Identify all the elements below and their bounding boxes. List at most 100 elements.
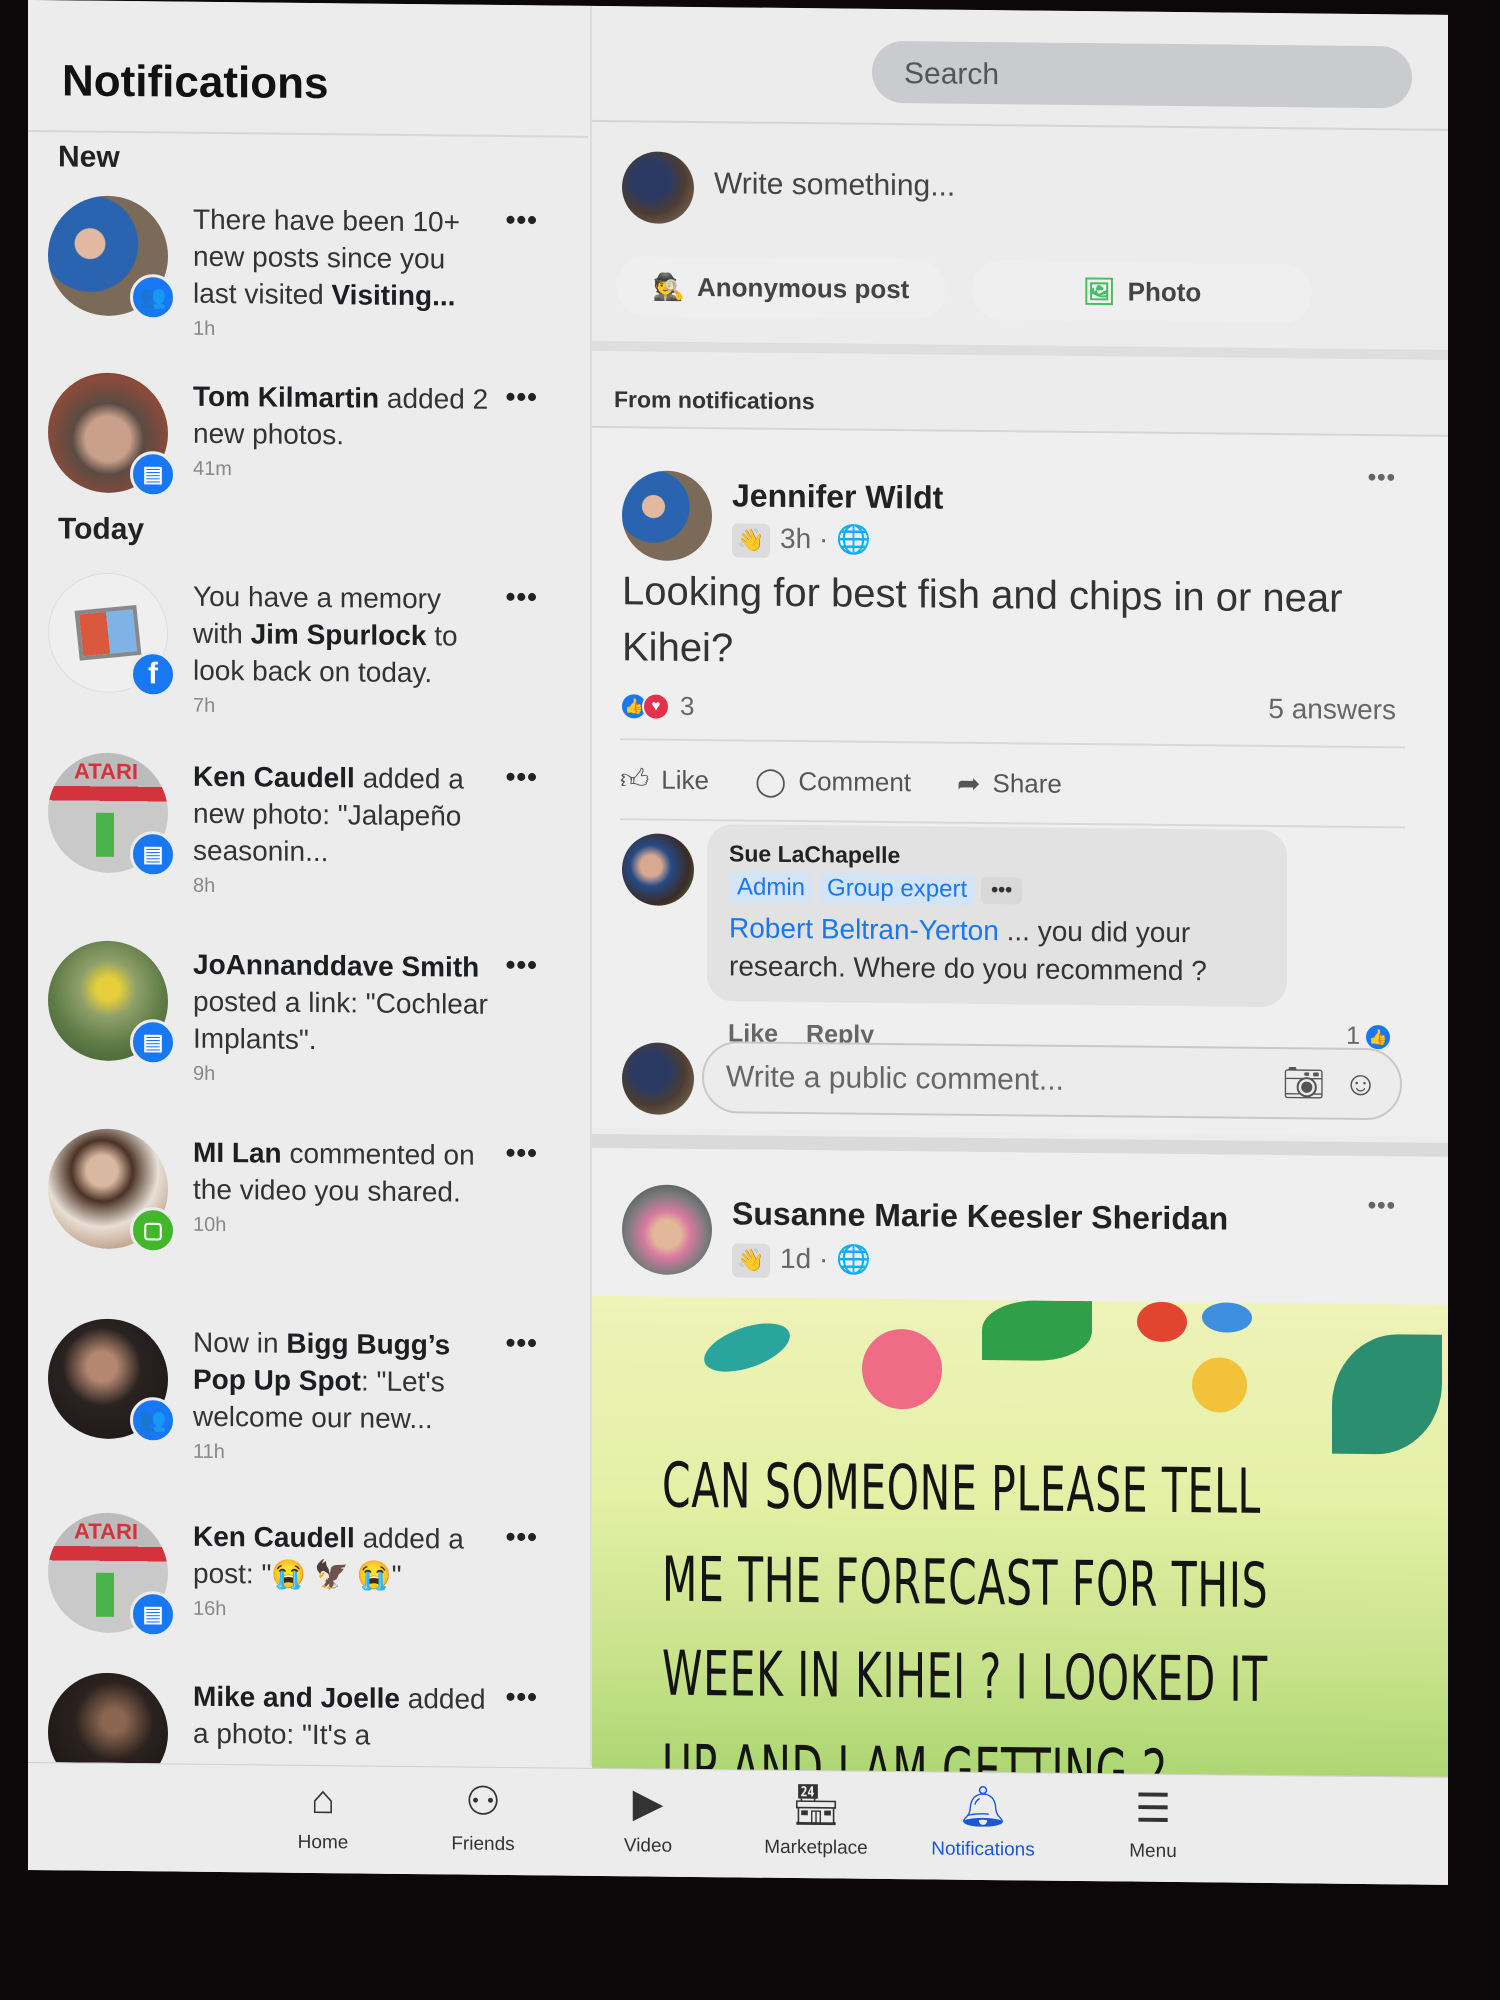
separator: · — [818, 523, 829, 555]
comment-icon: ▤ — [130, 1019, 176, 1066]
section-today: Today — [58, 512, 145, 547]
more-options-button[interactable]: ••• — [506, 949, 538, 981]
anonymous-post-button[interactable]: 🕵 Anonymous post — [616, 256, 946, 320]
more-options-button[interactable]: ••• — [506, 1681, 538, 1713]
notification-item[interactable]: ▢ MI Lan commented on the video you shar… — [48, 1128, 578, 1284]
notification-item[interactable]: ▤ Tom Kilmartin added 2 new photos. 41m … — [48, 372, 578, 508]
notification-item[interactable]: 👥 Now in Bigg Bugg’s Pop Up Spot: "Let's… — [48, 1318, 578, 1474]
notification-time: 9h — [193, 1062, 216, 1085]
post-author[interactable]: Jennifer Wildt — [732, 477, 943, 516]
tab-label: Friends — [451, 1833, 515, 1856]
image-text-line: CAN SOMEONE PLEASE TELL — [662, 1448, 1261, 1528]
comment-button[interactable]: ◯ Comment — [755, 764, 911, 800]
group-icon: 👥 — [130, 1397, 176, 1444]
separator: · — [818, 1243, 829, 1275]
tab-video[interactable]: ▶ Video — [578, 1777, 718, 1858]
reaction-summary[interactable]: 👍 ♥ 3 — [620, 690, 694, 722]
answers-count[interactable]: 5 answers — [1268, 693, 1396, 726]
flower-graphic — [1137, 1301, 1187, 1343]
chat-icon: ▢ — [130, 1207, 176, 1254]
tags-more-button[interactable]: ••• — [981, 876, 1023, 904]
wave-icon: 👋 — [732, 523, 770, 558]
notification-item[interactable]: ATARI ▤ Ken Caudell added a post: "😭 🦅 😭… — [48, 1512, 578, 1648]
more-options-button[interactable]: ••• — [506, 761, 538, 793]
actor-name: Jim Spurlock — [250, 618, 427, 652]
post-author[interactable]: Susanne Marie Keesler Sheridan — [732, 1195, 1228, 1237]
notification-item[interactable]: ▤ JoAnnanddave Smith posted a link: "Coc… — [48, 940, 578, 1096]
actor-name: Ken Caudell — [193, 760, 355, 794]
user-avatar — [622, 1042, 694, 1115]
notification-item[interactable]: ATARI ▤ Ken Caudell added a new photo: "… — [48, 752, 578, 908]
bottom-tab-bar: ⌂ Home ⚇ Friends ▶ Video 🏪︎ Marketplace … — [28, 1762, 1448, 1885]
write-something-input[interactable]: Write something... — [714, 167, 955, 204]
notification-text: Now in — [193, 1326, 287, 1359]
emoji-icon[interactable]: ☺ — [1343, 1064, 1378, 1103]
notification-time: 16h — [193, 1597, 227, 1621]
flower-graphic — [1202, 1302, 1252, 1333]
group-expert-badge: Group expert — [819, 872, 976, 906]
notification-item[interactable]: f You have a memory with Jim Spurlock to… — [48, 572, 578, 718]
like-button[interactable]: 👍︎ Like — [620, 762, 709, 797]
share-icon: ➦ — [957, 767, 981, 799]
tab-friends[interactable]: ⚇ Friends — [413, 1775, 553, 1856]
tab-menu[interactable]: ☰ Menu — [1083, 1782, 1223, 1863]
post-actions: 👍︎ Like ◯ Comment ➦ Share — [620, 738, 1405, 829]
more-options-button[interactable]: ••• — [506, 581, 538, 613]
post-time: 3h — [780, 522, 812, 555]
comment-label: Comment — [798, 765, 912, 797]
flower-graphic — [1192, 1357, 1247, 1413]
home-icon: ⌂ — [310, 1777, 336, 1823]
more-options-button[interactable]: ••• — [506, 1521, 538, 1553]
notification-time: 7h — [193, 694, 216, 717]
divider — [28, 130, 588, 138]
tab-notifications[interactable]: 🔔︎ Notifications — [913, 1780, 1053, 1861]
comment-placeholder: Write a public comment... — [726, 1060, 1064, 1097]
photo-button[interactable]: 🖼 Photo — [972, 259, 1312, 324]
section-label: From notifications — [614, 386, 815, 415]
love-reaction-icon: ♥ — [642, 691, 670, 721]
incognito-icon: 🕵 — [652, 271, 686, 302]
comment-like-count[interactable]: 1 👍 — [1346, 1022, 1392, 1051]
more-options-button[interactable]: ••• — [506, 381, 538, 413]
reaction-count: 3 — [680, 690, 695, 721]
more-options-button[interactable]: ••• — [506, 1137, 538, 1169]
bell-icon: 🔔︎ — [957, 1784, 1009, 1830]
divider — [592, 119, 1448, 131]
tab-marketplace[interactable]: 🏪︎ Marketplace — [746, 1779, 886, 1860]
mention-link[interactable]: Robert Beltran-Yerton — [729, 912, 999, 946]
author-avatar[interactable] — [622, 470, 712, 562]
commenter-name[interactable]: Sue LaChapelle — [729, 840, 1265, 873]
post-time: 1d — [780, 1242, 812, 1275]
image-text-line: ME THE FORECAST FOR THIS — [662, 1542, 1269, 1622]
photo-icon: 🖼 — [1082, 275, 1116, 306]
admin-badge: Admin — [729, 871, 814, 905]
search-input[interactable]: Search — [872, 40, 1412, 109]
tab-label: Notifications — [931, 1838, 1035, 1861]
post-image[interactable]: CAN SOMEONE PLEASE TELL ME THE FORECAST … — [592, 1295, 1448, 1795]
more-options-button[interactable]: ••• — [506, 1327, 538, 1359]
notification-item[interactable]: 👥 There have been 10+ new posts since yo… — [48, 195, 578, 341]
public-comment-input[interactable]: Write a public comment... 📷︎ ☺ — [702, 1041, 1402, 1121]
author-avatar[interactable] — [622, 1184, 712, 1276]
share-button[interactable]: ➦ Share — [957, 766, 1062, 801]
notification-time: 10h — [193, 1213, 227, 1237]
post-more-button[interactable]: ••• — [1368, 1192, 1396, 1220]
page-title: Notifications — [62, 56, 329, 109]
avatar — [48, 1672, 168, 1768]
commenter-tags: Admin Group expert ••• — [729, 871, 1265, 909]
thumbs-up-icon: 👍︎ — [620, 763, 650, 795]
vine-graphic — [1332, 1333, 1442, 1455]
notification-text: posted a link: "Cochlear Implants". — [193, 985, 488, 1056]
notification-time: 1h — [193, 317, 216, 340]
group-name: Visiting... — [331, 279, 456, 312]
more-options-button[interactable]: ••• — [506, 204, 538, 236]
post-more-button[interactable]: ••• — [1368, 464, 1396, 492]
comment-like-number: 1 — [1346, 1021, 1360, 1050]
actor-name: JoAnnanddave Smith — [193, 948, 480, 983]
notification-time: 11h — [193, 1440, 225, 1464]
tab-home[interactable]: ⌂ Home — [253, 1773, 393, 1854]
camera-icon[interactable]: 📷︎ — [1282, 1063, 1325, 1103]
anonymous-post-label: Anonymous post — [697, 271, 910, 304]
commenter-avatar[interactable] — [622, 833, 694, 906]
notification-item[interactable]: Mike and Joelle added a photo: "It's a •… — [48, 1672, 578, 1768]
